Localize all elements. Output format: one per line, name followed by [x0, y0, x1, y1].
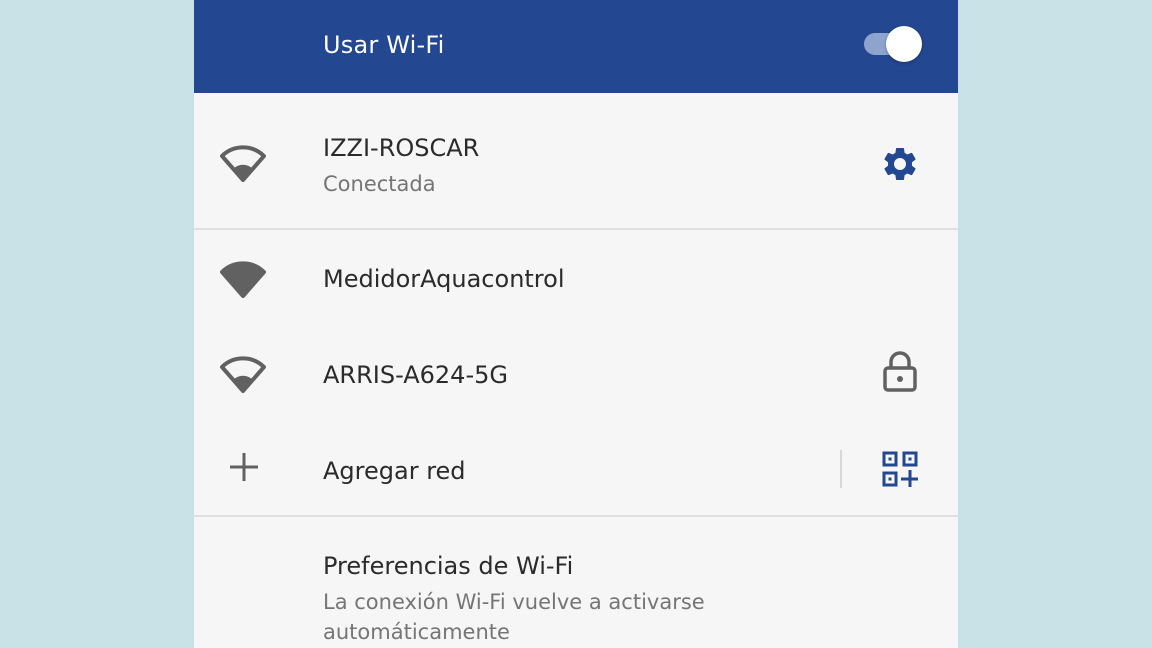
vertical-divider	[840, 450, 842, 488]
add-network-label: Agregar red	[323, 457, 466, 485]
network-name: IZZI-ROSCAR	[323, 134, 480, 162]
qr-scan-icon[interactable]	[882, 451, 918, 491]
network-status: Conectada	[323, 172, 436, 196]
network-row[interactable]: MedidorAquacontrol	[194, 232, 958, 326]
wifi-outline-icon	[220, 353, 266, 397]
wifi-settings-screen: Usar Wi-Fi IZZI-ROSCAR Conectada Medidor…	[194, 0, 958, 648]
wifi-outline-icon	[220, 142, 266, 186]
add-network-row[interactable]: Agregar red	[194, 424, 958, 515]
use-wifi-label: Usar Wi-Fi	[323, 31, 445, 59]
use-wifi-bar[interactable]: Usar Wi-Fi	[194, 0, 958, 93]
preferences-title: Preferencias de Wi-Fi	[323, 552, 574, 580]
wifi-preferences-row[interactable]: Preferencias de Wi-Fi La conexión Wi-Fi …	[194, 519, 958, 648]
divider	[194, 515, 958, 517]
network-row-connected[interactable]: IZZI-ROSCAR Conectada	[194, 95, 958, 228]
plus-icon	[228, 451, 260, 487]
network-name: ARRIS-A624-5G	[323, 361, 508, 389]
network-name: MedidorAquacontrol	[323, 265, 565, 293]
toggle-thumb	[886, 26, 922, 62]
network-row[interactable]: ARRIS-A624-5G	[194, 328, 958, 422]
wifi-toggle-switch[interactable]	[862, 24, 924, 62]
preferences-subtitle-line2: automáticamente	[323, 620, 510, 644]
lock-icon	[882, 350, 918, 396]
divider	[194, 228, 958, 230]
gear-icon[interactable]	[880, 144, 920, 188]
wifi-filled-icon	[220, 258, 266, 302]
preferences-subtitle-line1: La conexión Wi-Fi vuelve a activarse	[323, 590, 705, 614]
